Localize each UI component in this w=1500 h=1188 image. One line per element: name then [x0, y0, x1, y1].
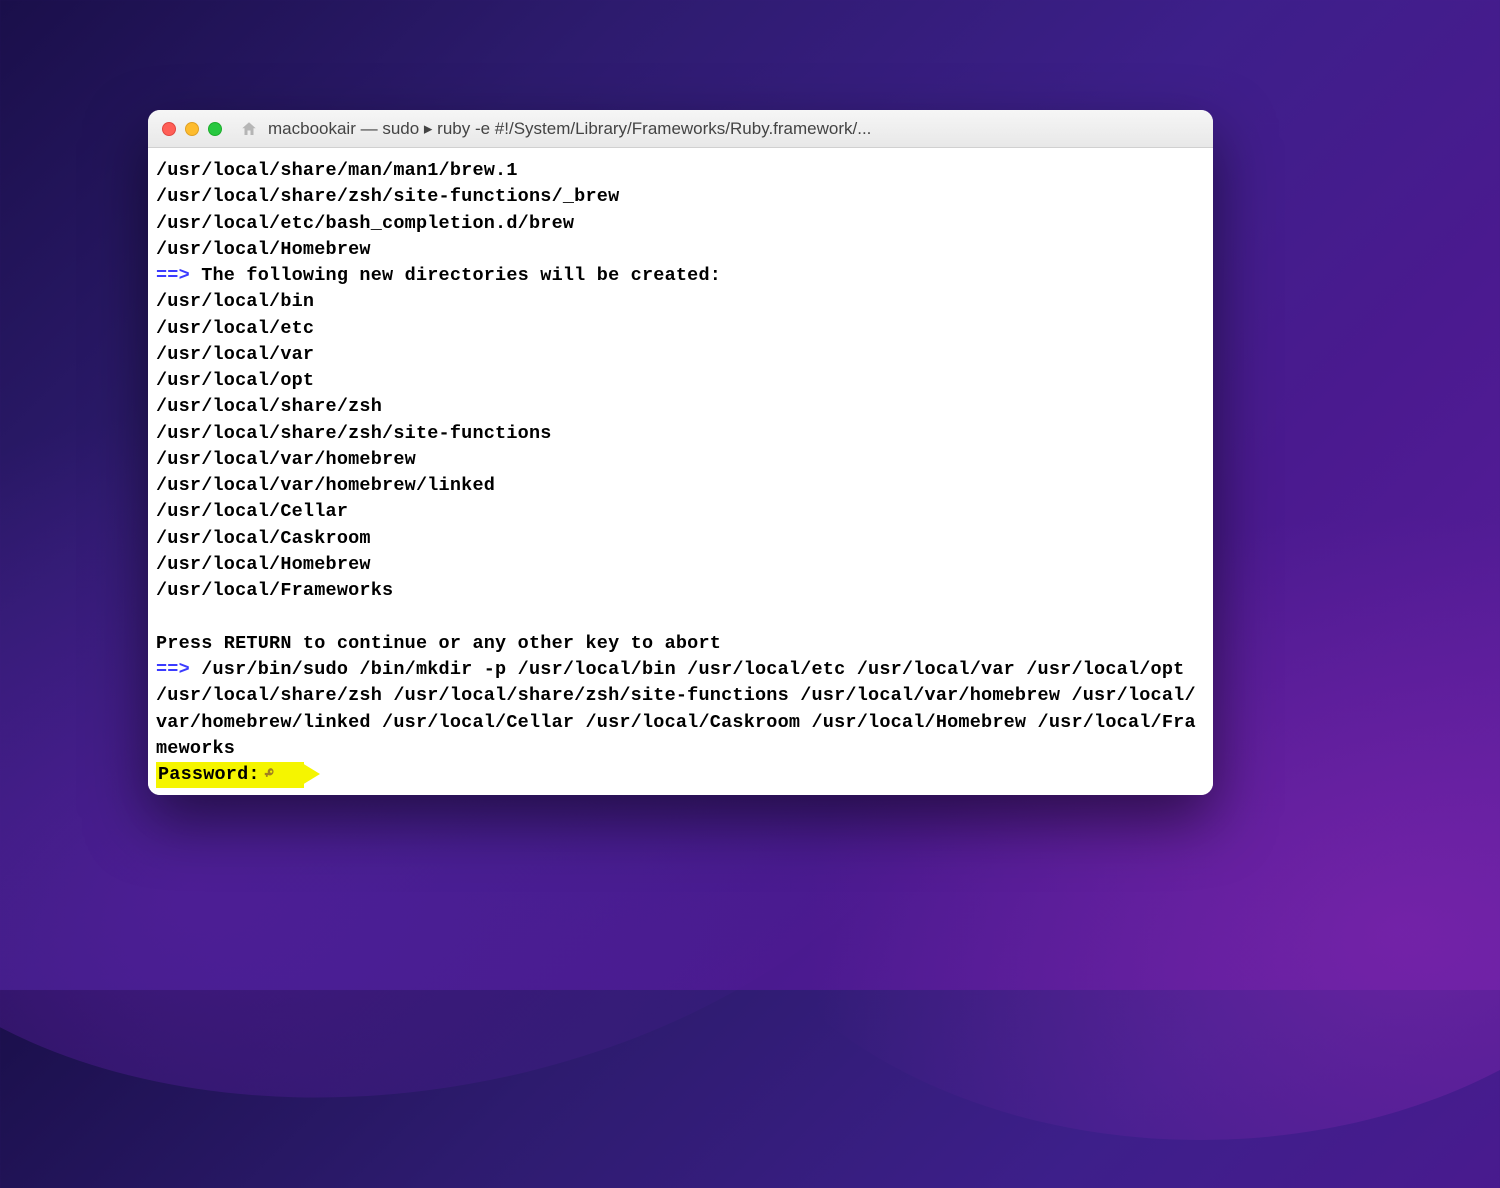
terminal-line: /usr/local/Caskroom — [156, 526, 1205, 552]
terminal-heading: ==> The following new directories will b… — [156, 263, 1205, 289]
terminal-line: /usr/local/share/zsh — [156, 394, 1205, 420]
key-icon — [263, 765, 277, 783]
terminal-line: /usr/local/Frameworks — [156, 578, 1205, 604]
terminal-line: /usr/local/var — [156, 342, 1205, 368]
password-prompt: Password: — [156, 762, 304, 788]
terminal-line: /usr/local/Cellar — [156, 499, 1205, 525]
password-prompt-line[interactable]: Password: — [156, 762, 1205, 788]
password-label: Password: — [158, 764, 260, 785]
minimize-button[interactable] — [185, 122, 199, 136]
terminal-line: /usr/local/var/homebrew — [156, 447, 1205, 473]
terminal-line: /usr/local/etc — [156, 316, 1205, 342]
heading-text: The following new directories will be cr… — [190, 265, 721, 286]
terminal-line: /usr/local/etc/bash_completion.d/brew — [156, 211, 1205, 237]
maximize-button[interactable] — [208, 122, 222, 136]
arrow-prefix: ==> — [156, 265, 190, 286]
terminal-line: /usr/local/share/zsh/site-functions — [156, 421, 1205, 447]
arrow-prefix: ==> — [156, 659, 190, 680]
terminal-line: /usr/local/Homebrew — [156, 237, 1205, 263]
window-title: macbookair — sudo ▸ ruby -e #!/System/Li… — [268, 119, 1199, 139]
terminal-blank-line — [156, 605, 1205, 631]
terminal-line: /usr/local/opt — [156, 368, 1205, 394]
home-icon — [240, 120, 258, 138]
terminal-line: /usr/local/share/man/man1/brew.1 — [156, 158, 1205, 184]
traffic-lights — [162, 122, 222, 136]
terminal-window: macbookair — sudo ▸ ruby -e #!/System/Li… — [148, 110, 1213, 795]
terminal-line: /usr/local/bin — [156, 289, 1205, 315]
window-titlebar[interactable]: macbookair — sudo ▸ ruby -e #!/System/Li… — [148, 110, 1213, 148]
terminal-line: /usr/local/share/zsh/site-functions/_bre… — [156, 184, 1205, 210]
terminal-line: /usr/local/var/homebrew/linked — [156, 473, 1205, 499]
highlight-tail-icon — [302, 763, 320, 785]
close-button[interactable] — [162, 122, 176, 136]
terminal-line: Press RETURN to continue or any other ke… — [156, 631, 1205, 657]
terminal-sudo-command: ==> /usr/bin/sudo /bin/mkdir -p /usr/loc… — [156, 657, 1205, 762]
terminal-body[interactable]: /usr/local/share/man/man1/brew.1 /usr/lo… — [148, 148, 1213, 795]
sudo-command-text: /usr/bin/sudo /bin/mkdir -p /usr/local/b… — [156, 659, 1196, 759]
terminal-line: /usr/local/Homebrew — [156, 552, 1205, 578]
